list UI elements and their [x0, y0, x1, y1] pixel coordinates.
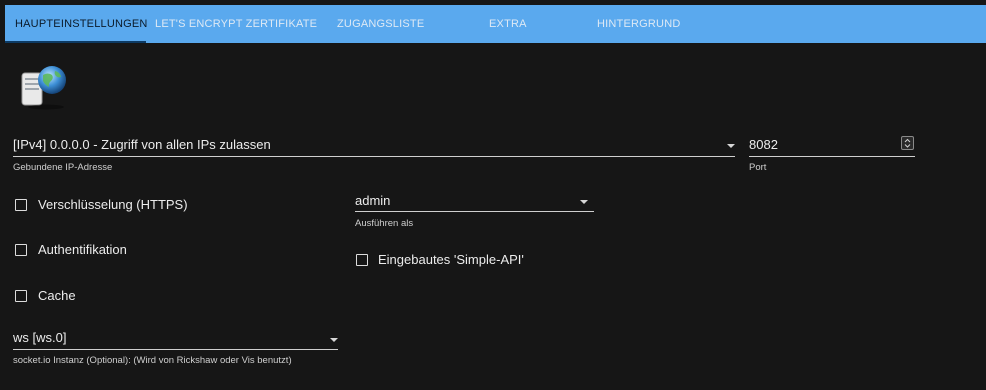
port-field[interactable]: 8082 Port [749, 133, 915, 177]
chevron-down-icon [330, 338, 338, 342]
tab-hintergrund[interactable]: HINTERGRUND [597, 5, 680, 43]
tab-lets-encrypt[interactable]: LET'S ENCRYPT ZERTIFIKATE [155, 5, 317, 43]
chevron-down-icon [727, 144, 735, 148]
simple-api-checkbox-label[interactable]: Eingebautes 'Simple-API' [378, 252, 524, 267]
server-globe-icon [21, 65, 71, 111]
bind-address-underline [13, 156, 735, 157]
run-as-select[interactable]: admin Ausführen als [355, 190, 594, 234]
run-as-underline [355, 211, 594, 212]
https-checkbox[interactable] [15, 199, 27, 211]
cache-checkbox[interactable] [15, 290, 27, 302]
port-helper: Port [749, 162, 767, 173]
tab-extra[interactable]: EXTRA [489, 5, 527, 43]
active-tab-indicator [5, 41, 146, 43]
https-checkbox-label[interactable]: Verschlüsselung (HTTPS) [38, 197, 188, 212]
port-stepper-icon[interactable] [901, 136, 914, 150]
authentication-checkbox-label[interactable]: Authentifikation [38, 242, 127, 257]
run-as-value: admin [355, 193, 391, 208]
bind-address-value: [IPv4] 0.0.0.0 - Zugriff von allen IPs z… [13, 137, 271, 152]
socketio-instance-helper: socket.io Instanz (Optional): (Wird von … [13, 355, 292, 366]
tab-zugangsliste[interactable]: ZUGANGSLISTE [337, 5, 424, 43]
tab-bar: HAUPTEINSTELLUNGEN LET'S ENCRYPT ZERTIFI… [5, 5, 986, 43]
bind-address-helper: Gebundene IP-Adresse [13, 162, 113, 173]
socketio-instance-select[interactable]: ws [ws.0] socket.io Instanz (Optional): … [13, 328, 338, 372]
authentication-checkbox[interactable] [15, 244, 27, 256]
chevron-down-icon [580, 200, 588, 204]
tab-haupteinstellungen[interactable]: HAUPTEINSTELLUNGEN [15, 5, 148, 43]
bind-address-select[interactable]: [IPv4] 0.0.0.0 - Zugriff von allen IPs z… [13, 133, 735, 177]
port-underline [749, 156, 915, 157]
socketio-instance-underline [13, 349, 338, 350]
settings-panel: HAUPTEINSTELLUNGEN LET'S ENCRYPT ZERTIFI… [5, 5, 986, 390]
cache-checkbox-label[interactable]: Cache [38, 288, 76, 303]
port-value: 8082 [749, 137, 778, 152]
socketio-instance-value: ws [ws.0] [13, 330, 67, 345]
simple-api-checkbox[interactable] [356, 254, 368, 266]
run-as-helper: Ausführen als [355, 218, 414, 229]
